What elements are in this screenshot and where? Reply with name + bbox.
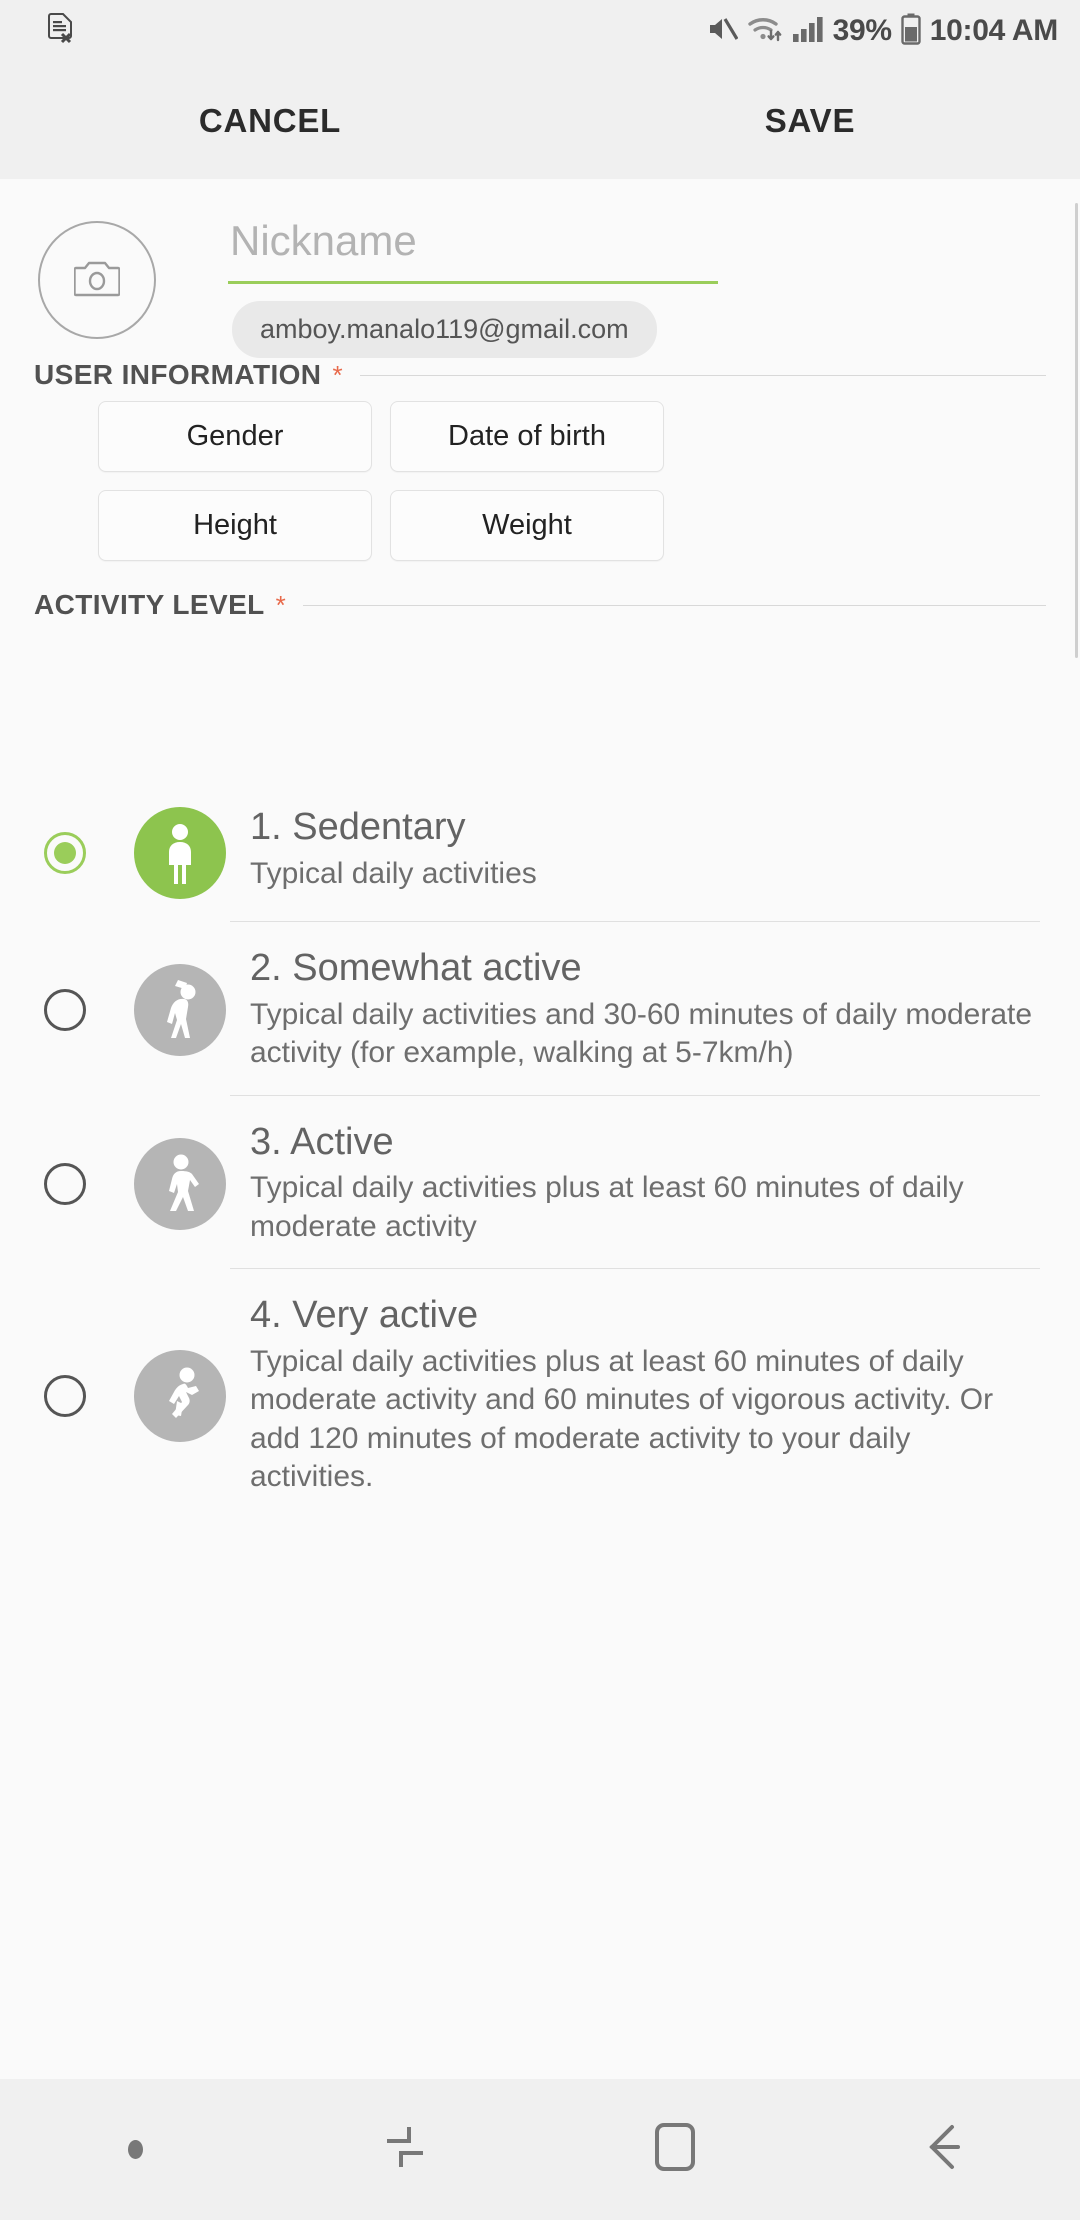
status-bar-left [48,12,74,50]
weight-button[interactable]: Weight [390,490,664,561]
activity-radio-3[interactable] [0,1162,130,1205]
activity-radio-4[interactable] [0,1374,130,1417]
nav-recents-button[interactable] [270,2079,540,2220]
battery-icon [901,13,921,50]
activity-level-title: ACTIVITY LEVEL [34,589,265,620]
activity-icon-wrap-2 [130,964,230,1057]
content-scroll-area[interactable]: amboy.manalo119@gmail.com USER INFORMATI… [0,179,1080,2079]
activity-description: Typical daily activities [250,856,537,890]
profile-section: amboy.manalo119@gmail.com [0,179,1080,429]
activity-title: 3. Active [250,1120,394,1163]
user-information-buttons: Gender Date of birth Height Weight [98,401,664,561]
activity-title: 2. Somewhat active [250,947,582,989]
header-rule [359,374,1046,376]
status-bar-right: 39% 10:04 AM [706,13,1058,50]
activity-option-somewhat-active[interactable]: 2. Somewhat active Typical daily activit… [0,947,1080,1096]
running-person-icon [134,1349,226,1442]
activity-option-sedentary[interactable]: 1. Sedentary Typical daily activities [0,806,1080,922]
signal-bars-icon [792,14,824,49]
nav-back-button[interactable] [810,2079,1080,2220]
activity-text-4: 4. Very active Typical daily activities … [230,1294,1080,1496]
activity-text-1: 1. Sedentary Typical daily activities [230,806,1080,893]
status-bar: 39% 10:04 AM [0,0,1080,62]
standing-person-icon [134,807,226,899]
activity-description: Typical daily activities plus at least 6… [250,1344,994,1494]
stretching-person-icon [134,964,226,1057]
cancel-button[interactable]: CANCEL [0,102,540,140]
avatar-picker[interactable] [38,221,156,339]
activity-title: 1. Sedentary [250,806,466,848]
email-chip[interactable]: amboy.manalo119@gmail.com [232,301,657,358]
activity-radio-1[interactable] [0,832,130,874]
activity-description: Typical daily activities and 30-60 minut… [250,997,1033,1070]
sim-card-error-icon [48,12,74,50]
activity-option-active[interactable]: 3. Active Typical daily activities plus … [0,1120,1080,1270]
radio-selected-icon [44,832,86,874]
activity-level-header: ACTIVITY LEVEL * [34,589,1046,621]
battery-percent-label: 39% [832,14,892,47]
activity-text-2: 2. Somewhat active Typical daily activit… [230,947,1080,1073]
required-asterisk: * [332,360,343,390]
date-of-birth-button[interactable]: Date of birth [390,401,664,472]
camera-icon [73,258,121,303]
back-icon [922,2123,968,2176]
clock-label: 10:04 AM [929,14,1059,47]
status-dot-icon [127,2140,143,2159]
required-asterisk: * [275,590,286,620]
activity-icon-wrap-1 [130,807,230,899]
recents-icon [383,2124,427,2175]
system-navigation-bar [0,2079,1080,2220]
action-bar: CANCEL SAVE [0,62,1080,179]
activity-radio-2[interactable] [0,989,130,1032]
activity-option-very-active[interactable]: 4. Very active Typical daily activities … [0,1294,1080,1496]
wifi-icon [747,14,783,49]
activity-divider [230,1094,1040,1096]
activity-divider [230,1268,1040,1270]
activity-level-list: 1. Sedentary Typical daily activities 2.… [0,806,1080,1497]
nickname-input[interactable] [228,217,718,281]
nav-status-dot[interactable] [0,2079,270,2220]
mute-icon [706,14,738,49]
gender-button[interactable]: Gender [98,401,372,472]
radio-unselected-icon [44,989,86,1032]
phone-screen: 39% 10:04 AM CANCEL SAVE Nickname amboy.… [0,0,1080,2220]
nickname-underline [228,281,718,284]
activity-description: Typical daily activities plus at least 6… [250,1171,964,1243]
home-icon [654,2122,696,2177]
activity-icon-wrap-4 [130,1349,230,1442]
user-information-title: USER INFORMATION [34,359,322,390]
save-button[interactable]: SAVE [540,102,1080,140]
radio-unselected-icon [44,1374,86,1417]
activity-icon-wrap-3 [130,1137,230,1230]
height-button[interactable]: Height [98,490,372,561]
walking-person-icon [134,1137,226,1230]
user-information-header: USER INFORMATION * [34,359,1046,391]
activity-divider [230,921,1040,922]
nickname-field-wrapper [228,217,718,284]
radio-unselected-icon [44,1162,86,1205]
nav-home-button[interactable] [540,2079,810,2220]
activity-text-3: 3. Active Typical daily activities plus … [230,1120,1080,1247]
header-rule [302,604,1046,606]
activity-title: 4. Very active [250,1294,479,1337]
